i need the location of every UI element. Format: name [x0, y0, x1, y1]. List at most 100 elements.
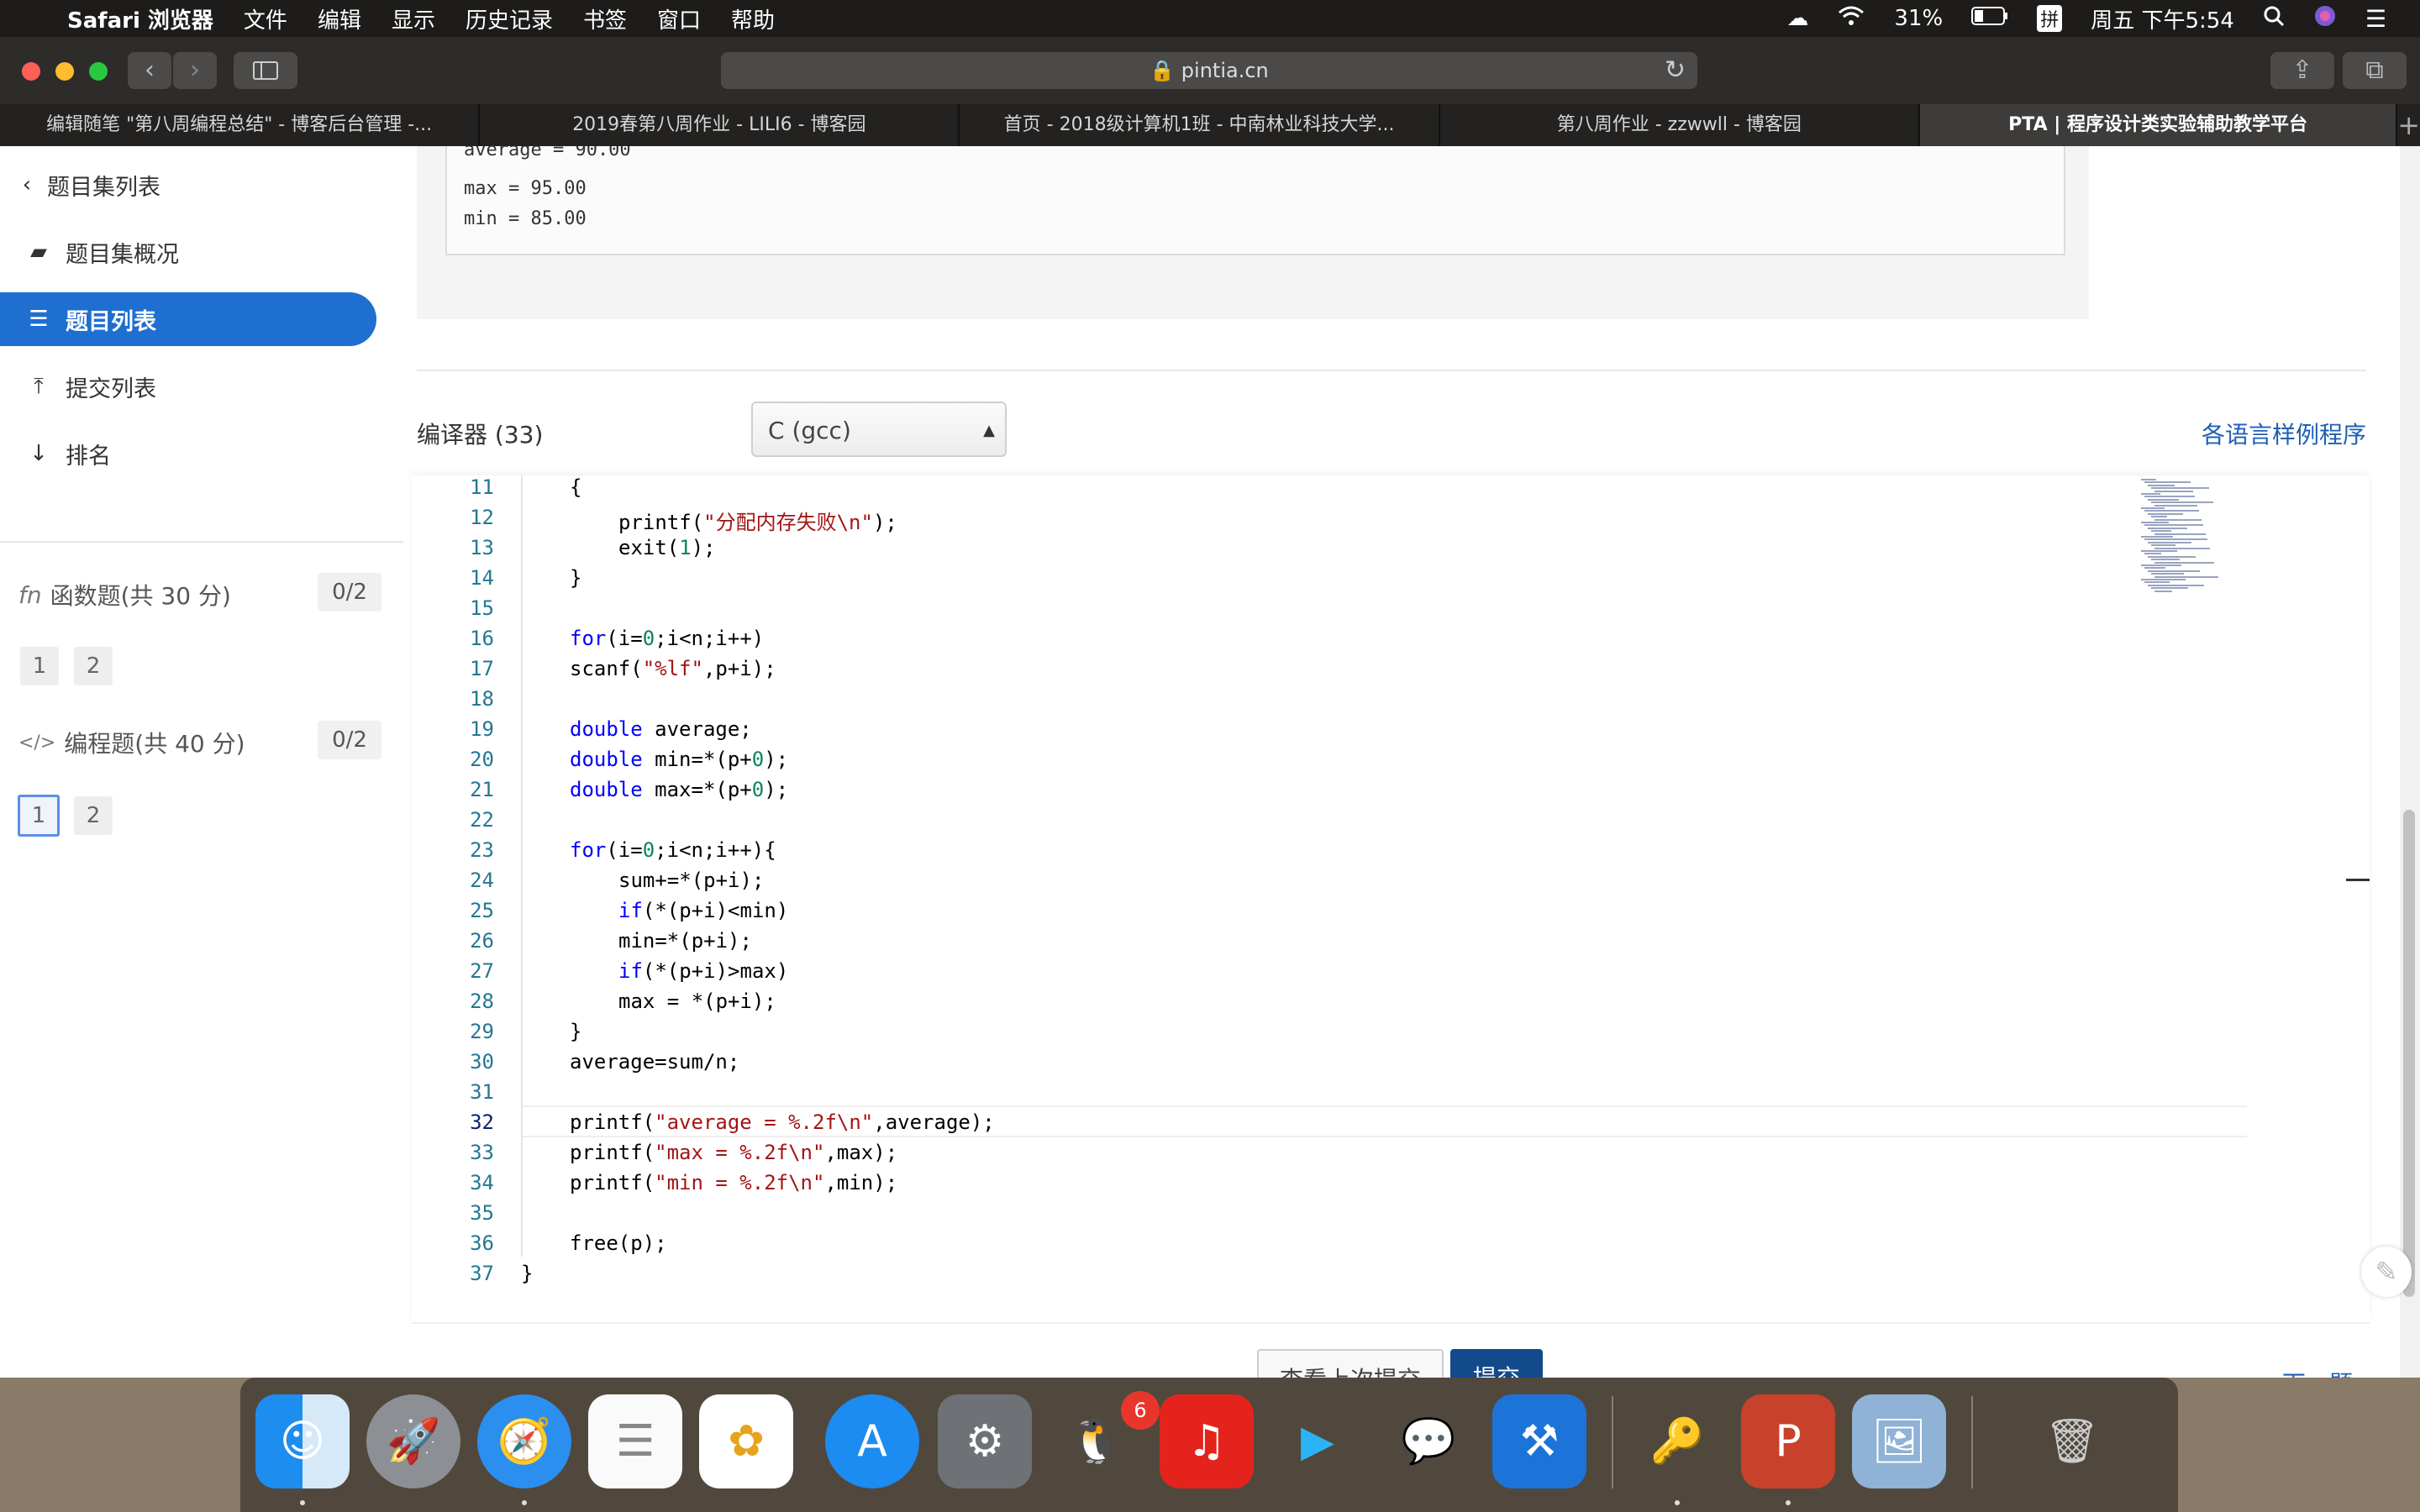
preview-icon[interactable]: 🖼: [1852, 1394, 1946, 1488]
wifi-icon[interactable]: [1837, 5, 1865, 33]
programming-section-header[interactable]: </> 编程题(共 40 分): [18, 726, 245, 759]
code-line[interactable]: if(*(p+i)<min): [618, 899, 788, 922]
menu-help[interactable]: 帮助: [731, 3, 775, 34]
programming-problem-2[interactable]: 2: [74, 796, 113, 835]
browser-tab-active[interactable]: PTA | 程序设计类实验辅助教学平台: [1919, 104, 2398, 146]
finder-icon[interactable]: ☺: [255, 1394, 350, 1488]
minimap-line: [2154, 575, 2218, 578]
reminders-icon[interactable]: ☰: [588, 1394, 682, 1488]
code-line[interactable]: average=sum/n;: [570, 1050, 739, 1074]
minimize-window-button[interactable]: [55, 62, 74, 81]
wechat-icon[interactable]: 💬: [1381, 1394, 1476, 1488]
code-line[interactable]: min=*(p+i);: [618, 929, 752, 953]
programming-problem-1[interactable]: 1: [18, 795, 60, 837]
sidebar-item-ranking[interactable]: ↓ 排名: [25, 427, 111, 480]
line-number: 23: [470, 838, 494, 862]
compiler-select[interactable]: C (gcc) ▲▼: [751, 402, 1007, 495]
macos-menubar: Safari 浏览器 文件 编辑 显示 历史记录 书签 窗口 帮助 ☁ 31% …: [0, 0, 2420, 37]
forward-button[interactable]: ›: [173, 52, 217, 89]
notification-center-icon[interactable]: ☰: [2365, 5, 2386, 33]
page-scrollbar-thumb[interactable]: [2403, 810, 2415, 1297]
input-method-icon[interactable]: 拼: [2037, 5, 2063, 32]
address-bar[interactable]: 🔒 pintia.cn ↻: [721, 52, 1697, 89]
browser-tab[interactable]: 编辑随笔 "第八周编程总结" - 博客后台管理 -...: [0, 104, 481, 146]
code-line[interactable]: printf("min = %.2f\n",min);: [570, 1171, 897, 1194]
code-line[interactable]: sum+=*(p+i);: [618, 869, 764, 892]
code-line[interactable]: scanf("%lf",p+i);: [570, 657, 776, 680]
view-last-submission-button[interactable]: 查看上次提交: [1257, 1349, 1444, 1378]
code-line[interactable]: double average;: [570, 717, 752, 741]
show-tabs-button[interactable]: ⧉: [2343, 52, 2407, 89]
code-line[interactable]: double min=*(p+0);: [570, 748, 788, 771]
app-menu[interactable]: Safari 浏览器: [67, 3, 213, 34]
code-line[interactable]: for(i=0;i<n;i++){: [570, 838, 776, 862]
function-problem-2[interactable]: 2: [74, 647, 113, 685]
reload-icon[interactable]: ↻: [1665, 52, 1686, 89]
minimap-line: [2151, 516, 2167, 518]
sidebar-item-overview[interactable]: ▰ 题目集概况: [25, 225, 179, 279]
code-line[interactable]: }: [570, 566, 581, 590]
code-line[interactable]: }: [521, 1262, 533, 1285]
code-line[interactable]: {: [570, 475, 581, 499]
zoom-window-button[interactable]: [89, 62, 108, 81]
spotlight-search-icon[interactable]: [2263, 5, 2285, 33]
photos-icon[interactable]: ✿: [699, 1394, 793, 1488]
menu-history[interactable]: 历史记录: [466, 3, 553, 34]
code-line[interactable]: printf("average = %.2f\n",average);: [570, 1110, 995, 1134]
page-scrollbar[interactable]: [2400, 146, 2420, 1378]
powerpoint-icon[interactable]: P: [1741, 1394, 1835, 1488]
menu-view[interactable]: 显示: [392, 3, 435, 34]
line-number: 13: [470, 536, 494, 559]
new-tab-button[interactable]: +: [2397, 104, 2420, 146]
share-button[interactable]: ⇪: [2270, 52, 2334, 89]
code-line[interactable]: printf("max = %.2f\n",max);: [570, 1141, 897, 1164]
battery-percent[interactable]: 31%: [1894, 6, 1943, 31]
close-window-button[interactable]: [22, 62, 40, 81]
sidebar-item-submissions[interactable]: ⤒ 提交列表: [25, 360, 156, 413]
code-line[interactable]: }: [570, 1020, 581, 1043]
battery-icon[interactable]: [1971, 6, 2008, 31]
back-button[interactable]: ‹: [128, 52, 171, 89]
code-line[interactable]: double max=*(p+0);: [570, 778, 788, 801]
tencent-video-icon[interactable]: ▶: [1270, 1394, 1365, 1488]
safari-icon[interactable]: 🧭: [477, 1394, 571, 1488]
programming-section-title: 编程题(共 40 分): [64, 730, 245, 758]
siri-icon[interactable]: [2313, 4, 2337, 34]
menubar-clock[interactable]: 周五 下午5:54: [2091, 3, 2234, 34]
function-section-header[interactable]: fn 函数题(共 30 分): [18, 578, 231, 612]
code-line[interactable]: if(*(p+i)>max): [618, 959, 788, 983]
function-problem-1[interactable]: 1: [20, 647, 59, 685]
next-problem-link[interactable]: 下一题 ›: [2282, 1366, 2370, 1378]
app-store-icon[interactable]: A: [825, 1394, 919, 1488]
menu-file[interactable]: 文件: [244, 3, 287, 34]
qq-icon[interactable]: 🐧: [1049, 1394, 1143, 1488]
code-line[interactable]: for(i=0;i<n;i++): [570, 627, 764, 650]
creative-cloud-icon[interactable]: ☁: [1786, 6, 1808, 31]
language-samples-link[interactable]: 各语言样例程序: [2202, 417, 2366, 450]
xcode-icon[interactable]: ⚒: [1492, 1394, 1586, 1488]
trash-icon[interactable]: 🗑: [2025, 1394, 2119, 1488]
minimap-line: [2141, 579, 2186, 580]
keychain-access-icon[interactable]: 🔑: [1630, 1394, 1724, 1488]
editor-minimap[interactable]: [2141, 479, 2242, 596]
code-line[interactable]: printf("分配内存失败\n");: [618, 506, 897, 535]
submit-button[interactable]: 提交: [1450, 1349, 1543, 1378]
menu-bookmarks[interactable]: 书签: [583, 3, 627, 34]
code-editor[interactable]: 11 12 13 14 15 16 17 18 19 20 21 22 23 24 25 26 27 28 29 30…: [412, 475, 2370, 1322]
minimap-line: [2144, 581, 2170, 584]
code-line[interactable]: free(p);: [570, 1231, 667, 1255]
system-preferences-icon[interactable]: ⚙: [938, 1394, 1032, 1488]
menu-edit[interactable]: 编辑: [318, 3, 361, 34]
netease-music-icon[interactable]: ♫: [1160, 1394, 1254, 1488]
sidebar-item-problem-list[interactable]: ☰ 题目列表: [0, 292, 376, 346]
back-to-problem-sets[interactable]: ‹ 题目集列表: [18, 158, 160, 212]
code-line[interactable]: exit(1);: [618, 536, 716, 559]
menu-window[interactable]: 窗口: [657, 3, 701, 34]
sidebar-toggle-button[interactable]: [234, 52, 297, 89]
browser-tab[interactable]: 2019春第八周作业 - LILI6 - 博客园: [480, 104, 960, 146]
browser-tab[interactable]: 首页 - 2018级计算机1班 - 中南林业科技大学...: [960, 104, 1440, 146]
code-line[interactable]: max = *(p+i);: [618, 990, 776, 1013]
feedback-icon[interactable]: ✎: [2361, 1247, 2412, 1297]
launchpad-icon[interactable]: 🚀: [366, 1394, 460, 1488]
browser-tab[interactable]: 第八周作业 - zzwwll - 博客园: [1440, 104, 1920, 146]
